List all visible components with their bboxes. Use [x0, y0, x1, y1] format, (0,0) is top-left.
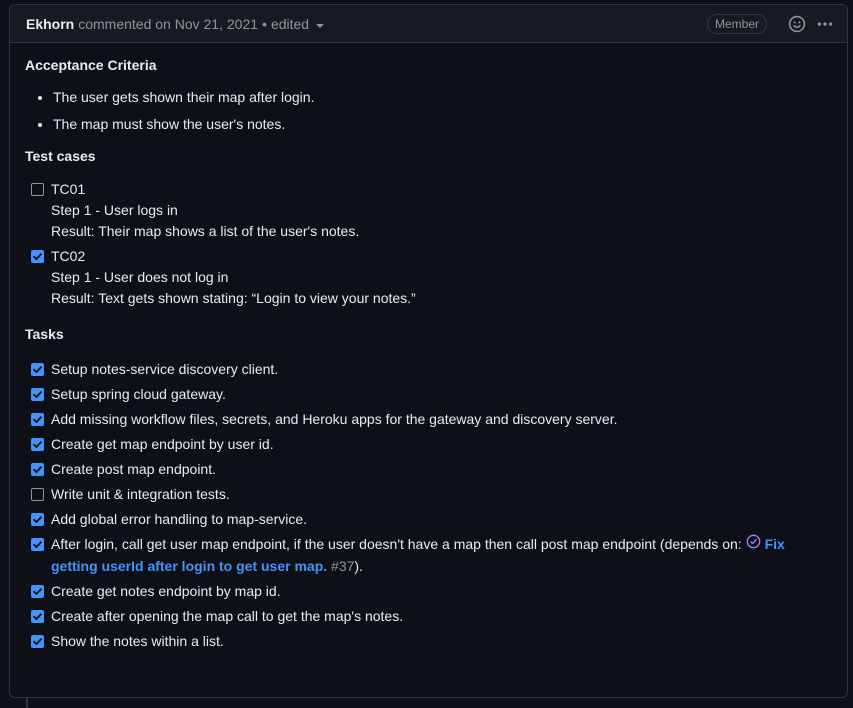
task-checkbox-checked[interactable] — [31, 463, 44, 476]
task-label: Setup spring cloud gateway. — [51, 386, 226, 402]
checkmark-icon — [33, 612, 42, 620]
task-text: Write unit & integration tests. — [51, 484, 230, 505]
task-item: Write unit & integration tests. — [25, 484, 832, 505]
task-checkbox-unchecked[interactable] — [31, 183, 44, 196]
task-label: Setup notes-service discovery client. — [51, 361, 279, 377]
task-item: Show the notes within a list. — [25, 631, 832, 652]
list-item: The map must show the user's notes. — [53, 114, 832, 134]
task-item: Setup notes-service discovery client. — [25, 359, 832, 380]
task-checkbox-checked[interactable] — [31, 438, 44, 451]
checkmark-icon — [33, 253, 42, 260]
checkmark-icon — [33, 516, 42, 523]
test-case-item: TC02 Step 1 - User does not log in Result:… — [25, 246, 832, 309]
member-badge: Member — [706, 13, 767, 34]
task-checkbox-checked[interactable] — [31, 250, 44, 263]
caret-down-icon — [316, 23, 325, 28]
task-checkbox-checked[interactable] — [31, 538, 44, 551]
test-case-result: Result: Text gets shown stating: “Login … — [51, 290, 416, 306]
task-checkbox-checked[interactable] — [31, 363, 44, 376]
checkmark-icon — [33, 366, 42, 373]
task-item: Add missing workflow files, secrets, and… — [25, 409, 832, 430]
test-cases-checklist: TC01 Step 1 - User logs in Result: Their m… — [25, 179, 832, 309]
task-label: Create get map endpoint by user id. — [51, 436, 274, 452]
task-text: After login, call get user map endpoint,… — [51, 534, 832, 577]
task-checkbox-checked[interactable] — [31, 513, 44, 526]
task-text: Create post map endpoint. — [51, 459, 216, 480]
task-text: Add global error handling to map-service… — [51, 509, 307, 530]
task-item: Create get notes endpoint by map id. — [25, 581, 832, 602]
task-text: Add missing workflow files, secrets, and… — [51, 409, 617, 430]
test-case-item: TC01 Step 1 - User logs in Result: Their m… — [25, 179, 832, 242]
task-label: Add global error handling to map-service… — [51, 511, 308, 527]
task-item: Add global error handling to map-service… — [25, 509, 832, 530]
task-checkbox-checked[interactable] — [31, 413, 44, 426]
comment-action: commented on — [78, 15, 171, 32]
separator-dot: • — [262, 15, 267, 32]
checkmark-icon — [33, 391, 42, 398]
task-checkbox-checked[interactable] — [31, 388, 44, 401]
list-item: The user gets shown their map after logi… — [53, 87, 832, 107]
task-text: Show the notes within a list. — [51, 631, 224, 652]
test-case-text: TC01 Step 1 - User logs in Result: Their m… — [51, 179, 359, 242]
task-item: Create after opening the map call to get… — [25, 606, 832, 627]
task-checkbox-checked[interactable] — [31, 609, 44, 623]
task-label: Add missing workflow files, secrets, and… — [51, 411, 618, 427]
test-case-label: TC02 — [51, 248, 86, 264]
comment-date[interactable]: Nov 21, 2021 — [175, 16, 258, 32]
test-case-label: TC01 — [51, 181, 86, 197]
task-item: After login, call get user map endpoint,… — [25, 534, 832, 577]
tasks-checklist: Setup notes-service discovery client. Set… — [25, 359, 832, 652]
comment-body: Acceptance Criteria The user gets shown … — [10, 43, 847, 652]
kebab-horizontal-icon[interactable] — [815, 14, 835, 34]
issue-comment: Ekhorn commented on Nov 21, 2021 • edited … — [9, 4, 848, 698]
acceptance-list: The user gets shown their map after logi… — [25, 87, 832, 134]
comment-meta: commented on Nov 21, 2021 • edited — [78, 15, 325, 32]
issue-ref: #37 — [331, 557, 355, 574]
comment-header: Ekhorn commented on Nov 21, 2021 • edited … — [10, 5, 847, 43]
task-item: Create post map endpoint. — [25, 459, 832, 480]
test-cases-heading: Test cases — [25, 148, 96, 164]
task-label: Show the notes within a list. — [51, 632, 224, 649]
task-text: Create after opening the map call to get… — [51, 606, 403, 627]
task-label: Create get notes endpoint by map id. — [51, 582, 281, 599]
edited-label: edited — [270, 15, 310, 32]
checkmark-icon — [33, 466, 42, 473]
task-label: After login, call get user map endpoint,… — [51, 536, 746, 552]
task-item: Setup spring cloud gateway. — [25, 384, 832, 405]
task-label: Write unit & integration tests. — [51, 486, 230, 502]
task-suffix: ). — [354, 557, 363, 574]
test-case-result: Result: Their map shows a list of the us… — [51, 223, 360, 239]
test-case-text: TC02 Step 1 - User does not log in Result:… — [51, 246, 416, 309]
edited-dropdown[interactable]: edited — [270, 15, 325, 32]
acceptance-heading: Acceptance Criteria — [25, 57, 157, 73]
checkmark-icon — [33, 587, 42, 595]
task-text: Create get notes endpoint by map id. — [51, 581, 281, 602]
test-case-step: Step 1 - User logs in — [51, 202, 178, 218]
tasks-heading: Tasks — [25, 326, 64, 342]
checkmark-icon — [33, 441, 42, 448]
task-text: Setup spring cloud gateway. — [51, 384, 226, 405]
smiley-icon[interactable] — [787, 14, 807, 34]
header-actions: Member — [706, 13, 835, 34]
author-link[interactable]: Ekhorn — [26, 16, 74, 32]
task-label: Create after opening the map call to get… — [51, 607, 404, 624]
timeline-line — [26, 698, 28, 708]
task-text: Create get map endpoint by user id. — [51, 434, 274, 455]
checkmark-icon — [33, 637, 42, 645]
task-checkbox-checked[interactable] — [31, 634, 44, 648]
task-text: Setup notes-service discovery client. — [51, 359, 278, 380]
issue-closed-icon — [746, 534, 761, 555]
task-checkbox-unchecked[interactable] — [31, 488, 44, 501]
task-item: Create get map endpoint by user id. — [25, 434, 832, 455]
test-case-step: Step 1 - User does not log in — [51, 269, 229, 285]
task-label: Create post map endpoint. — [51, 461, 216, 477]
checkmark-icon — [33, 541, 42, 548]
checkmark-icon — [33, 416, 42, 423]
task-checkbox-checked[interactable] — [31, 584, 44, 598]
